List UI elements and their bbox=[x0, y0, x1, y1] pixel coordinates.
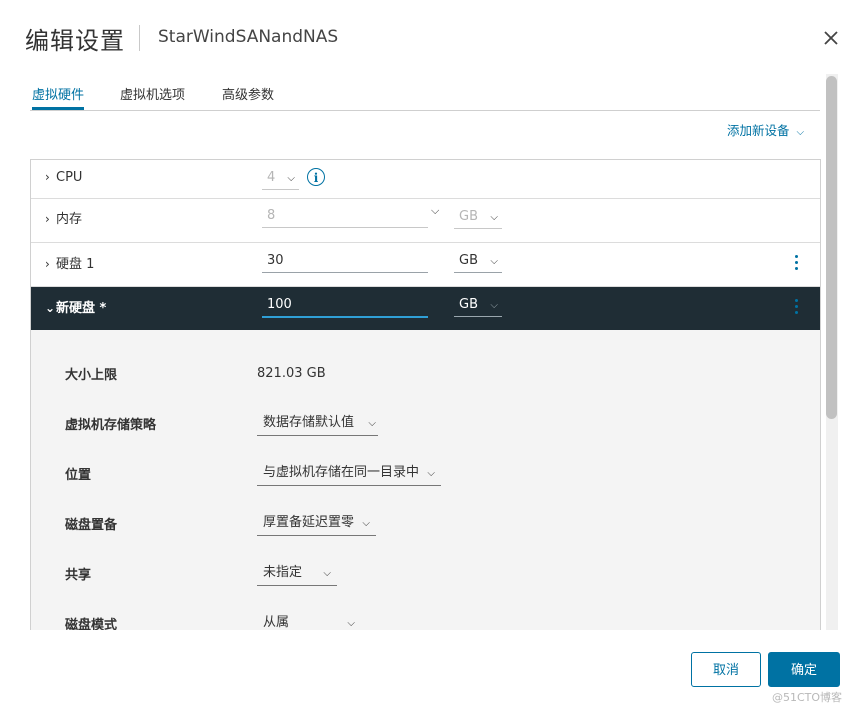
storage-policy-select[interactable]: 数据存储默认值 ⌵ bbox=[257, 411, 378, 436]
memory-unit-value: GB bbox=[459, 209, 478, 224]
location-select[interactable]: 与虚拟机存储在同一目录中 ⌵ bbox=[257, 461, 441, 486]
hardware-row-memory: › 内存 8 ⌵ GB ⌵ bbox=[31, 198, 820, 243]
tab-advanced-parameters[interactable]: 高级参数 bbox=[222, 84, 274, 109]
sharing-label: 共享 bbox=[65, 568, 92, 583]
info-icon[interactable]: i bbox=[307, 168, 325, 186]
memory-expander[interactable]: › 内存 bbox=[45, 208, 82, 227]
close-icon[interactable] bbox=[820, 27, 842, 49]
add-new-device-button[interactable]: 添加新设备 ⌵ bbox=[727, 120, 804, 139]
cpu-count-value: 4 bbox=[267, 170, 276, 185]
chevron-right-icon: › bbox=[45, 170, 50, 184]
disk-mode-value: 从属 bbox=[263, 615, 290, 630]
chevron-down-icon: ⌵ bbox=[347, 618, 355, 629]
new-disk-details: 大小上限 821.03 GB 虚拟机存储策略 数据存储默认值 ⌵ 位置 与虚拟机… bbox=[31, 330, 820, 630]
max-size-label: 大小上限 bbox=[65, 368, 118, 383]
cpu-label: CPU bbox=[56, 170, 83, 185]
disk1-size-input[interactable]: 30 bbox=[262, 250, 428, 273]
storage-policy-value: 数据存储默认值 bbox=[263, 415, 355, 430]
new-disk-size-value: 100 bbox=[267, 297, 292, 312]
location-value: 与虚拟机存储在同一目录中 bbox=[263, 465, 420, 480]
new-disk-expander[interactable]: ⌄新硬盘 * bbox=[45, 297, 106, 316]
provisioning-value: 厚置备延迟置零 bbox=[263, 515, 355, 530]
memory-label: 内存 bbox=[56, 212, 83, 227]
ok-button[interactable]: 确定 bbox=[768, 652, 840, 687]
chevron-down-icon[interactable]: ⌵ bbox=[431, 204, 439, 218]
chevron-down-icon: ⌵ bbox=[287, 173, 295, 184]
disk1-unit-value: GB bbox=[459, 253, 478, 268]
chevron-down-icon: ⌵ bbox=[490, 256, 498, 267]
cpu-expander[interactable]: › CPU bbox=[45, 170, 82, 185]
hardware-row-new-disk: ⌄新硬盘 * 100 GB ⌵ bbox=[31, 287, 820, 330]
disk-mode-select[interactable]: 从属 ⌵ bbox=[257, 611, 361, 630]
chevron-down-icon: ⌵ bbox=[368, 418, 376, 429]
watermark: @51CTO博客 bbox=[772, 691, 843, 704]
provisioning-select[interactable]: 厚置备延迟置零 ⌵ bbox=[257, 511, 376, 536]
chevron-down-icon: ⌵ bbox=[362, 518, 370, 529]
title-divider bbox=[139, 25, 140, 51]
cpu-count-select[interactable]: 4 ⌵ bbox=[262, 167, 299, 190]
chevron-down-icon: ⌵ bbox=[323, 568, 331, 579]
vm-name: StarWindSANandNAS bbox=[158, 27, 339, 47]
chevron-right-icon: › bbox=[45, 257, 50, 271]
storage-policy-label: 虚拟机存储策略 bbox=[65, 418, 157, 433]
cancel-button[interactable]: 取消 bbox=[691, 652, 761, 687]
disk1-unit-select[interactable]: GB ⌵ bbox=[454, 250, 502, 273]
edit-settings-dialog: 编辑设置 StarWindSANandNAS 虚拟硬件 虚拟机选项 高级参数 添… bbox=[0, 0, 868, 713]
tabs-divider bbox=[30, 110, 820, 111]
memory-size-input[interactable]: 8 bbox=[262, 205, 428, 228]
disk-mode-label: 磁盘模式 bbox=[65, 618, 118, 630]
location-label: 位置 bbox=[65, 468, 92, 483]
provisioning-label: 磁盘置备 bbox=[65, 518, 118, 533]
chevron-down-icon: ⌵ bbox=[796, 127, 805, 138]
chevron-right-icon: › bbox=[45, 212, 50, 226]
memory-size-value: 8 bbox=[267, 208, 276, 223]
chevron-down-icon: ⌵ bbox=[427, 468, 435, 479]
disk1-label: 硬盘 1 bbox=[56, 257, 95, 272]
scrollbar-thumb[interactable] bbox=[826, 76, 837, 419]
disk1-expander[interactable]: › 硬盘 1 bbox=[45, 253, 94, 272]
hardware-row-cpu: › CPU 4 ⌵ i bbox=[31, 160, 820, 199]
tab-virtual-hardware[interactable]: 虚拟硬件 bbox=[32, 84, 85, 110]
chevron-down-icon: ⌄ bbox=[45, 301, 56, 315]
new-disk-label: 新硬盘 * bbox=[56, 301, 107, 316]
dialog-title: 编辑设置 bbox=[25, 27, 125, 55]
new-disk-unit-select[interactable]: GB ⌵ bbox=[454, 294, 502, 317]
new-disk-size-input[interactable]: 100 bbox=[262, 294, 428, 318]
new-disk-actions-menu-icon[interactable] bbox=[795, 299, 801, 317]
add-device-label: 添加新设备 bbox=[727, 123, 790, 138]
sharing-select[interactable]: 未指定 ⌵ bbox=[257, 561, 337, 586]
chevron-down-icon: ⌵ bbox=[490, 300, 498, 311]
sharing-value: 未指定 bbox=[263, 565, 303, 580]
new-disk-unit-value: GB bbox=[459, 297, 478, 312]
memory-unit-select[interactable]: GB ⌵ bbox=[454, 206, 502, 229]
max-size-value: 821.03 GB bbox=[257, 366, 326, 381]
tab-vm-options[interactable]: 虚拟机选项 bbox=[120, 84, 185, 109]
hardware-list: › CPU 4 ⌵ i › 内存 8 ⌵ GB ⌵ › 硬盘 1 30 GB ⌵… bbox=[30, 159, 821, 630]
disk1-size-value: 30 bbox=[267, 253, 284, 268]
chevron-down-icon: ⌵ bbox=[490, 212, 498, 223]
hardware-row-disk1: › 硬盘 1 30 GB ⌵ bbox=[31, 242, 820, 287]
disk1-actions-menu-icon[interactable] bbox=[795, 255, 801, 273]
